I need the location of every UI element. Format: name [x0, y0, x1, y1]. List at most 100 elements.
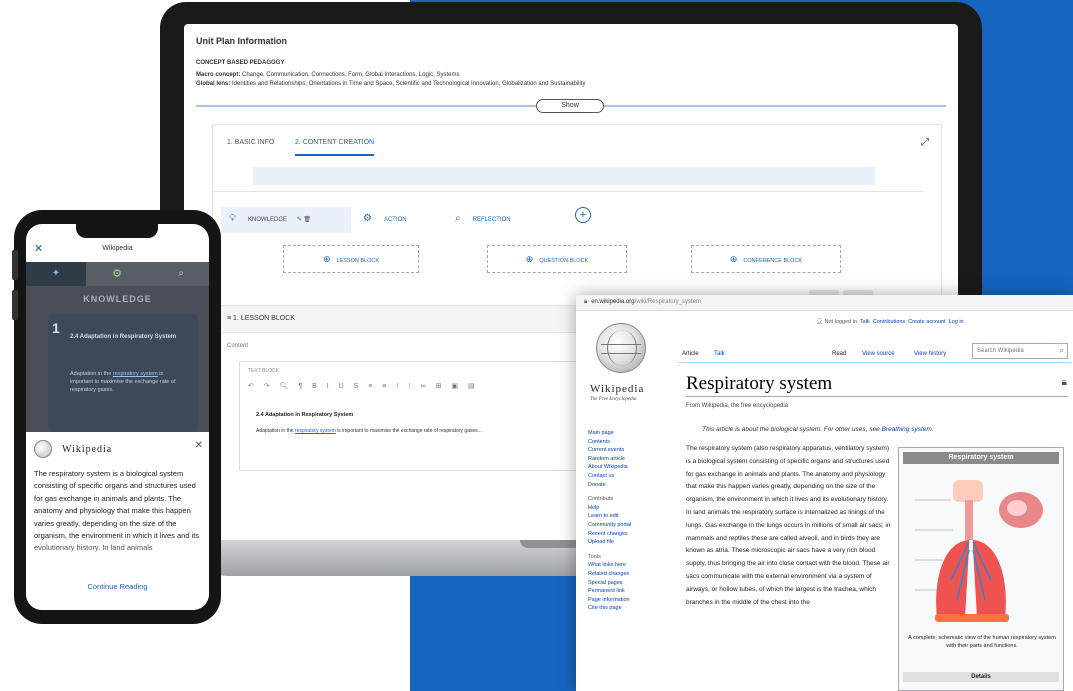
login-link[interactable]: Log in — [949, 319, 964, 325]
card-title: 2.4 Adaptation in Respiratory System — [70, 334, 177, 340]
question-block-button[interactable]: ⊕ QUESTION BLOCK — [487, 245, 627, 273]
wikipedia-window: 🔒︎ en.wikipedia.org/wiki/Respiratory_syst… — [576, 295, 1073, 691]
card-text-part: Adaptation in the — [70, 371, 112, 377]
search-icon[interactable]: ⌕ — [166, 262, 196, 286]
phone-side-button — [12, 290, 18, 320]
sidebar-item[interactable]: Cite this page — [588, 604, 666, 613]
card-number: 1 — [52, 320, 60, 336]
infobox-details-header: Details — [903, 672, 1059, 682]
phone-section-title: KNOWLEDGE — [83, 294, 152, 304]
lightbulb-icon[interactable]: ✦ — [26, 262, 86, 286]
close-icon[interactable]: ✕ — [195, 440, 203, 451]
sidebar-item[interactable]: Recent changes — [588, 530, 666, 539]
continue-reading-link[interactable]: Continue Reading — [26, 582, 209, 591]
sidebar-item[interactable]: Contents — [588, 438, 666, 447]
sidebar-item[interactable]: Help — [588, 504, 666, 513]
sidebar-item[interactable]: About Wikipedia — [588, 463, 666, 472]
plus-circle-icon: ⊕ — [729, 254, 738, 264]
sidebar-item[interactable]: Related changes — [588, 570, 666, 579]
search-icon[interactable]: ⌕ — [1060, 346, 1064, 356]
hatnote: This article is about the biological sys… — [702, 426, 934, 433]
phone-notch — [76, 224, 158, 238]
card-link[interactable]: respiratory system — [113, 371, 158, 377]
sidebar-item[interactable]: Special pages — [588, 579, 666, 588]
question-block-label: QUESTION BLOCK — [539, 258, 589, 264]
phone-header-title: Wikipedia — [102, 245, 133, 252]
wikipedia-wordmark: Wikipedia — [62, 444, 113, 455]
tab-view-history[interactable]: View history — [914, 351, 946, 357]
wiki-popup: Wikipedia ✕ The respiratory system is a … — [26, 432, 209, 610]
lock-icon: 🔒︎ — [1061, 377, 1067, 388]
sidebar-item[interactable]: Learn to edit — [588, 512, 666, 521]
lightbulb-icon: 💡︎ — [229, 213, 236, 224]
talk-link[interactable]: Talk — [860, 319, 870, 325]
show-button[interactable]: Show — [536, 99, 604, 113]
address-bar[interactable]: 🔒︎ en.wikipedia.org/wiki/Respiratory_syst… — [576, 295, 1073, 311]
edit-icon[interactable]: ✎ — [297, 217, 302, 223]
delete-icon[interactable]: 🗑︎ — [303, 217, 311, 223]
sidebar-item[interactable]: Community portal — [588, 521, 666, 530]
sidebar-item[interactable]: Contact us — [588, 472, 666, 481]
sidebar-item[interactable]: Main page — [588, 429, 666, 438]
pedagogy-heading: CONCEPT BASED PEDAGOGY — [196, 60, 285, 66]
editor-heading: 2.4 Adaptation in Respiratory System — [256, 412, 354, 418]
editor-text: Adaptation in the — [256, 428, 294, 434]
phase-action[interactable]: ⚙ ACTION — [363, 207, 407, 224]
tab-view-source[interactable]: View source — [862, 351, 895, 357]
editor-text: is important to maximise the exchange ra… — [337, 428, 482, 434]
phase-reflection[interactable]: ⌕ REFLECTION — [455, 207, 511, 224]
wikipedia-tagline: The Free Encyclopedia — [590, 397, 637, 402]
tab-read[interactable]: Read — [832, 351, 846, 357]
create-account-link[interactable]: Create account — [908, 319, 945, 325]
global-lens-value: Identities and Relationships, Orientatio… — [232, 81, 586, 87]
hatnote-link[interactable]: Breathing system. — [882, 426, 934, 433]
conference-block-label: CONFERENCE BLOCK — [743, 258, 803, 264]
search-icon: ⌕ — [455, 213, 461, 224]
drag-handle-icon[interactable]: ≡ — [227, 315, 231, 322]
marketing-composite: Unit Plan Information CONCEPT BASED PEDA… — [0, 0, 1073, 691]
title-rule — [686, 396, 1068, 397]
wikipedia-globe-icon[interactable] — [596, 323, 646, 373]
sidebar-item[interactable]: Donate — [588, 481, 666, 490]
conference-block-button[interactable]: ⊕ CONFERENCE BLOCK — [691, 245, 841, 273]
infobox-caption: A complete, schematic view of the human … — [908, 635, 1056, 649]
sidebar-heading: Tools — [588, 553, 601, 560]
content-label: Content — [227, 343, 249, 349]
tab-content-creation[interactable]: 2. CONTENT CREATION — [295, 139, 375, 156]
sidebar-item[interactable]: Random article — [588, 455, 666, 464]
phase-reflection-label: REFLECTION — [472, 217, 511, 223]
phase-action-label: ACTION — [383, 217, 407, 223]
sidebar-item[interactable]: Permanent link — [588, 587, 666, 596]
sidebar-item[interactable]: Current events — [588, 446, 666, 455]
gear-icon: ⚙ — [363, 213, 372, 224]
tab-article[interactable]: Article — [682, 351, 699, 357]
wikipedia-wordmark[interactable]: Wikipedia — [590, 383, 644, 395]
personal-tools: 👤︎ Not logged in Talk Contributions Crea… — [816, 319, 964, 325]
lesson-block-button[interactable]: ⊕ LESSON BLOCK — [283, 245, 419, 273]
respiratory-diagram-image[interactable] — [913, 470, 1051, 630]
wikipedia-globe-icon — [34, 440, 52, 458]
phone-lesson-card[interactable]: 1 2.4 Adaptation in Respiratory System A… — [48, 314, 198, 432]
phase-knowledge[interactable]: 💡︎ KNOWLEDGE ✎ 🗑︎ — [221, 207, 351, 233]
lesson-block-title: 1. LESSON BLOCK — [233, 315, 295, 322]
gear-icon[interactable]: ⚙ — [102, 262, 132, 286]
sidebar-heading: Contribute — [588, 496, 614, 503]
sidebar-item[interactable]: What links here — [588, 561, 666, 570]
macro-concept-value: Change, Communication, Connections, Form… — [242, 72, 460, 78]
tab-basic-info[interactable]: 1. BASIC INFO — [227, 139, 274, 146]
plus-circle-icon: ⊕ — [322, 254, 331, 264]
sidebar-item[interactable]: Page information — [588, 596, 666, 605]
page-title: Respiratory system — [686, 373, 833, 394]
card-divider — [213, 191, 923, 192]
add-phase-button[interactable]: + — [575, 207, 591, 223]
contributions-link[interactable]: Contributions — [873, 319, 905, 325]
editor-toolbar[interactable]: ↶ ↷ 🔍︎ ¶ B I U S ≡ ≡ ⁝ ⁝ ∞ ⊞ ▣ ▤ — [248, 382, 479, 390]
unit-plan-header: Unit Plan Information — [196, 36, 287, 46]
sidebar-item[interactable]: Upload file — [588, 538, 666, 547]
tab-talk[interactable]: Talk — [714, 351, 725, 357]
search-input[interactable]: Search Wikipedia ⌕ — [972, 343, 1068, 359]
editor-link[interactable]: respiratory system — [295, 428, 336, 434]
user-icon: 👤︎ — [816, 319, 823, 325]
expand-icon[interactable]: ⤢ — [921, 137, 929, 148]
text-fade — [26, 540, 209, 574]
